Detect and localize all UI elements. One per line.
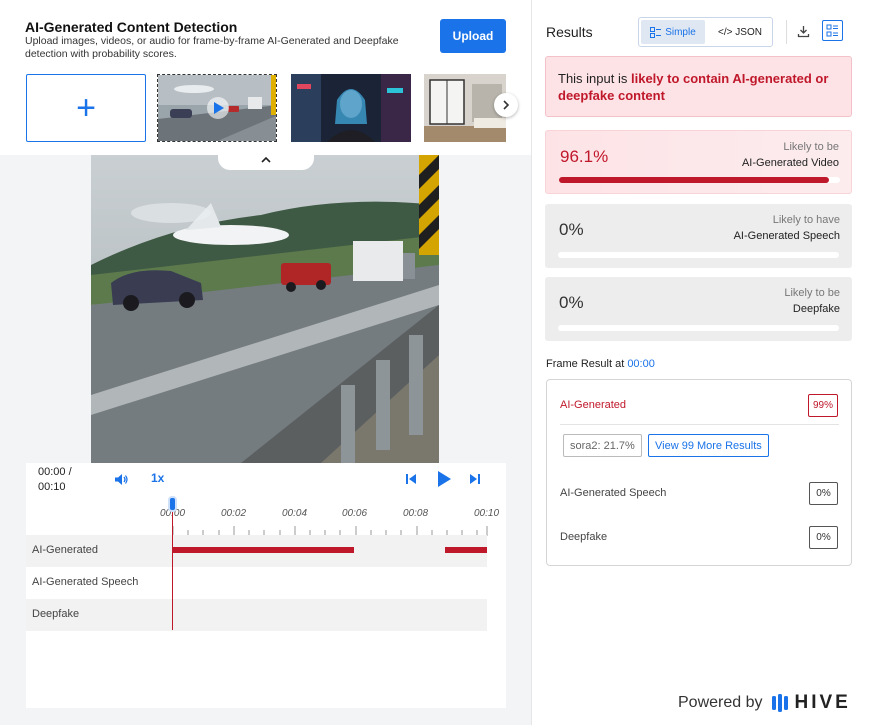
video-player-controls: 00:00 / 00:10 1x 00:00 00:02 00:04 00:06… — [26, 463, 506, 708]
track-label: Deepfake — [32, 608, 80, 620]
collapse-thumbnails-button[interactable] — [218, 148, 314, 170]
tick-label: 00:04 — [282, 508, 308, 519]
upload-button[interactable]: Upload — [440, 19, 506, 53]
summary-alert: This input is likely to contain AI-gener… — [545, 56, 852, 117]
track-row-ai-speech: AI-Generated Speech — [26, 567, 487, 599]
video-thumbnail-image — [158, 75, 276, 141]
probability-value: 0% — [559, 220, 584, 239]
tick-label: 00:02 — [221, 508, 247, 519]
skip-back-button[interactable] — [403, 471, 419, 487]
probability-value: 96.1% — [560, 147, 609, 166]
model-score-chip: sora2: 21.7% — [563, 434, 642, 457]
chevron-up-icon — [261, 156, 271, 163]
frame-speech-badge: 0% — [809, 482, 838, 505]
thumbnail-video-selected[interactable] — [157, 74, 277, 142]
volume-icon — [114, 473, 128, 485]
track-label: AI-Generated Speech — [32, 576, 139, 588]
skip-forward-button[interactable] — [467, 471, 483, 487]
hive-brand-text: HIVE — [794, 692, 851, 713]
download-icon — [797, 25, 809, 37]
detection-panel: AI-Generated Content Detection Upload im… — [0, 0, 531, 725]
frame-result-heading: Frame Result at 00:00 — [546, 358, 655, 370]
probability-bar-fill — [559, 177, 830, 183]
probability-bar — [558, 252, 839, 258]
playback-speed-button[interactable]: 1x — [151, 471, 164, 485]
view-json-tab[interactable]: </> JSON — [709, 20, 771, 44]
toolbar-divider — [786, 20, 787, 44]
play-icon — [438, 471, 451, 487]
tick-label: 00:06 — [342, 508, 368, 519]
chevron-right-icon — [503, 100, 510, 110]
view-toggle: Simple </> JSON — [638, 17, 773, 47]
card-caption: Likely to be — [783, 141, 839, 153]
track-row-deepfake: Deepfake — [26, 599, 487, 631]
frame-ai-label: AI-Generated — [560, 399, 627, 411]
summary-prefix: This input is — [558, 71, 631, 86]
frame-deepfake-label: Deepfake — [560, 531, 608, 543]
result-card-ai-video: 96.1% Likely to be AI-Generated Video — [545, 130, 852, 194]
view-more-results-button[interactable]: View 99 More Results — [648, 434, 769, 457]
results-title: Results — [546, 24, 593, 40]
tick-label: 00:10 — [474, 508, 500, 519]
play-button[interactable] — [434, 468, 454, 490]
skip-previous-icon — [406, 474, 416, 484]
frame-result-box: AI-Generated 99% sora2: 21.7% View 99 Mo… — [546, 379, 852, 566]
thumbnails-next-button[interactable] — [494, 93, 518, 117]
page-subtitle: Upload images, videos, or audio for fram… — [25, 35, 399, 60]
view-json-label: </> JSON — [718, 26, 762, 38]
current-time: 00:00 / — [38, 466, 72, 478]
frame-result-time[interactable]: 00:00 — [627, 358, 655, 370]
details-layout-icon — [826, 24, 838, 37]
hive-logo-icon — [771, 694, 788, 712]
tick-label: 00:08 — [403, 508, 429, 519]
frame-speech-label: AI-Generated Speech — [560, 487, 667, 499]
view-simple-tab[interactable]: Simple — [641, 20, 705, 44]
hive-logo[interactable]: HIVE — [771, 692, 851, 714]
media-thumbnails: + — [26, 73, 506, 143]
list-view-icon — [650, 26, 662, 38]
frame-deepfake-badge: 0% — [809, 526, 838, 549]
thumbnail-image-portrait[interactable] — [291, 74, 411, 142]
track-row-ai-generated: AI-Generated — [26, 535, 487, 567]
detection-segment — [173, 547, 354, 553]
result-card-ai-speech: 0% Likely to have AI-Generated Speech — [545, 204, 852, 268]
probability-value: 0% — [559, 293, 584, 312]
plus-icon: + — [76, 88, 96, 127]
card-caption: Likely to be — [784, 287, 840, 299]
playhead-handle[interactable] — [168, 496, 177, 512]
detection-segment — [445, 547, 487, 553]
card-class-label: AI-Generated Video — [741, 157, 839, 169]
probability-bar — [558, 325, 839, 331]
results-panel: Results Simple </> JSON This input is li… — [531, 0, 874, 725]
layout-toggle-button[interactable] — [822, 20, 843, 41]
portrait-thumbnail-image — [291, 74, 411, 142]
upload-header: AI-Generated Content Detection Upload im… — [0, 0, 531, 155]
download-button[interactable] — [792, 20, 814, 42]
card-class-label: AI-Generated Speech — [733, 230, 840, 242]
card-class-label: Deepfake — [792, 303, 840, 315]
volume-button[interactable] — [112, 471, 130, 487]
card-caption: Likely to have — [772, 214, 840, 226]
probability-bar — [559, 177, 840, 183]
video-frame-image — [91, 155, 439, 463]
powered-by: Powered by HIVE — [678, 692, 851, 714]
skip-next-icon — [470, 474, 480, 484]
frame-result-label: Frame Result at — [546, 358, 625, 370]
playhead-line — [172, 505, 173, 630]
video-preview[interactable] — [91, 155, 439, 463]
powered-by-label: Powered by — [678, 694, 763, 711]
frame-ai-badge: 99% — [807, 394, 838, 417]
result-card-deepfake: 0% Likely to be Deepfake — [545, 277, 852, 341]
page-title: AI-Generated Content Detection — [25, 19, 238, 35]
track-label: AI-Generated — [32, 544, 99, 556]
view-simple-label: Simple — [665, 26, 696, 38]
total-time: 00:10 — [38, 481, 66, 493]
add-media-button[interactable]: + — [26, 74, 146, 142]
frame-divider — [560, 424, 839, 425]
timecode: 00:00 / 00:10 — [38, 465, 72, 495]
